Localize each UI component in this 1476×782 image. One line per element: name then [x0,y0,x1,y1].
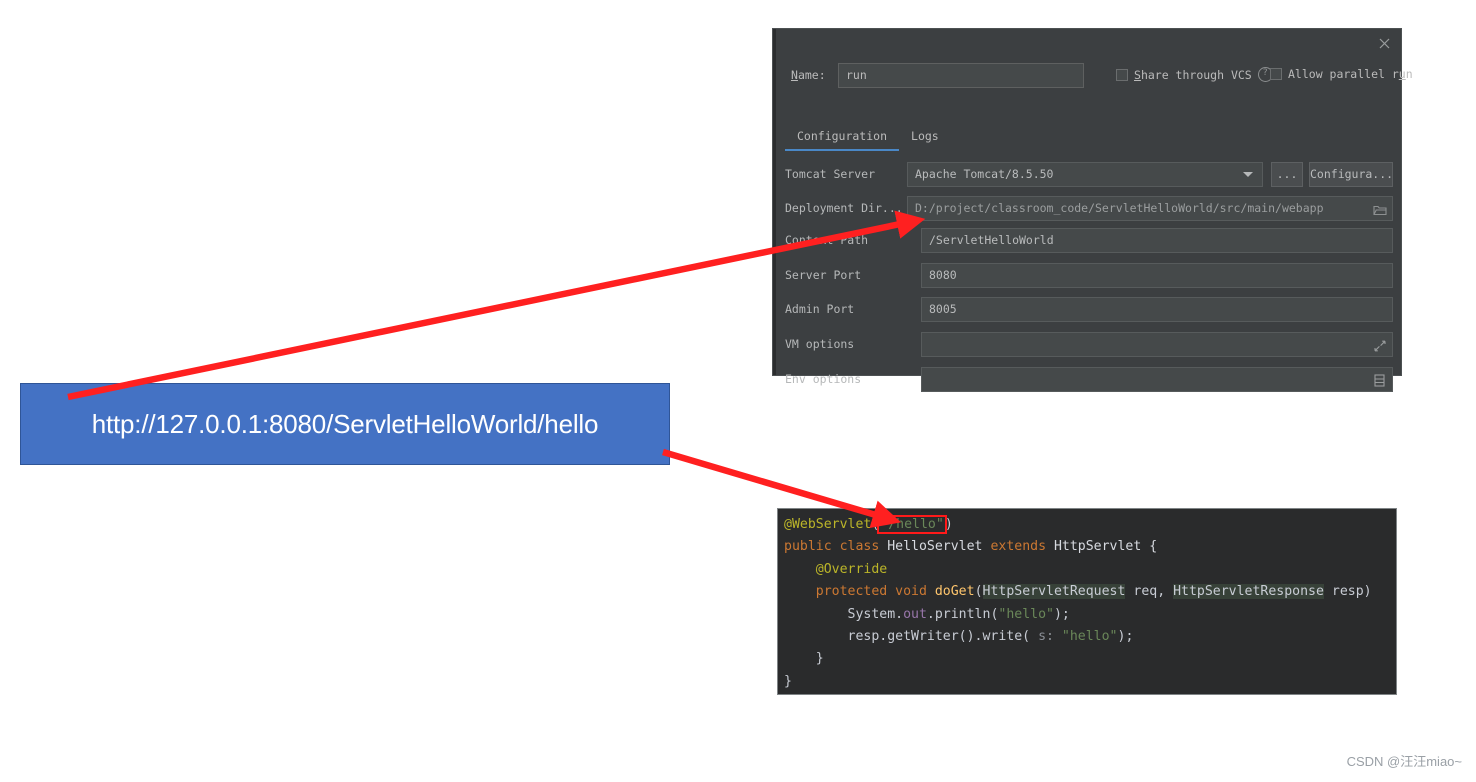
list-edit-icon[interactable] [1370,371,1389,390]
allow-parallel-run-checkbox[interactable] [1270,68,1282,80]
allow-parallel-run-checkbox-row[interactable]: Allow parallel run [1270,67,1413,81]
folder-icon[interactable] [1370,200,1389,219]
deployment-directory-input[interactable]: D:/project/classroom_code/ServletHelloWo… [907,196,1393,221]
tomcat-server-value: Apache Tomcat/8.5.50 [915,167,1054,181]
vm-options-input[interactable] [921,332,1393,357]
field-row-admin-port: Admin Port 8005 [785,297,1393,322]
field-row-tomcat-server: Tomcat Server Apache Tomcat/8.5.50 ... C… [785,162,1393,187]
hello-path-highlight: "/hello" [877,515,947,534]
code-text-area[interactable]: @WebServlet("/hello") public class HelloS… [778,509,1396,694]
name-label-rest: ame: [797,68,826,82]
code-token: HttpServlet { [1053,539,1158,555]
code-editor-panel: @WebServlet("/hello") public class HelloS… [777,508,1397,695]
field-row-vm-options: VM options [785,332,1393,357]
code-token: extends [990,539,1054,555]
code-token: .println( [926,606,999,622]
field-row-server-port: Server Port 8080 [785,263,1393,288]
line-close-class: } [784,671,1396,693]
deployment-directory-label: Deployment Dir... [785,201,903,215]
line-class-decl: public class HelloServlet extends HttpSe… [784,536,1396,558]
field-row-env-options: Env options [785,367,1393,392]
admin-port-input[interactable]: 8005 [921,297,1393,322]
tomcat-server-label: Tomcat Server [785,167,876,181]
configure-button[interactable]: Configura... [1309,162,1393,187]
context-path-input[interactable]: /ServletHelloWorld [921,228,1393,253]
code-token: ); [1117,629,1134,645]
line-println: System.out.println("hello"); [784,604,1396,626]
url-callout-box: http://127.0.0.1:8080/ServletHelloWorld/… [20,383,670,465]
deployment-directory-value: D:/project/classroom_code/ServletHelloWo… [915,201,1324,215]
context-path-label: Context Path [785,233,869,247]
line-write: resp.getWriter().write( s: "hello"); [784,626,1396,648]
run-debug-configuration-dialog: Name: run Share through VCS ? Allow para… [772,28,1413,392]
code-token: public class [784,539,888,555]
name-input[interactable]: run [838,63,1084,88]
field-row-deployment-directory: Deployment Dir... D:/project/classroom_c… [785,196,1393,221]
name-label-mnemonic: N [791,68,798,82]
tomcat-server-browse-button[interactable]: ... [1271,162,1303,187]
expand-icon[interactable] [1370,336,1389,355]
vm-options-label: VM options [785,337,855,351]
tab-logs[interactable]: Logs [899,126,951,151]
line-webservlet: @WebServlet("/hello") [784,514,1396,536]
csdn-watermark: CSDN @汪汪miao~ [1346,754,1462,769]
tab-configuration[interactable]: Configuration [785,126,900,151]
code-token: HttpServletRequest [982,584,1126,600]
line-doget: protected void doGet(HttpServletRequest … [784,581,1396,603]
share-through-vcs-checkbox[interactable] [1116,68,1128,81]
dialog-left-accent-strip [773,29,776,375]
code-token: @Override [784,561,888,577]
close-icon[interactable] [1371,31,1397,55]
dialog-tabs: Configuration Logs [785,126,951,154]
code-token: doGet [934,584,975,600]
url-callout-text: http://127.0.0.1:8080/ServletHelloWorld/… [91,408,599,439]
code-token: "hello" [998,606,1054,622]
code-token: HelloServlet [887,539,991,555]
code-token: HttpServletResponse [1173,584,1324,600]
line-close-method: } [784,648,1396,670]
code-token: req, [1125,584,1174,600]
name-row: Name: run Share through VCS ? Allow para… [783,63,1413,89]
code-token: out [903,606,927,622]
field-row-context-path: Context Path /ServletHelloWorld [785,228,1393,253]
code-token: ) [944,517,953,532]
name-label: Name: [791,68,826,82]
code-token: ( [974,584,983,600]
admin-port-label: Admin Port [785,302,855,316]
share-through-vcs-checkbox-row[interactable]: Share through VCS ? [1116,67,1273,82]
env-options-label: Env options [785,372,862,386]
code-token: resp.getWriter().write( [784,629,1031,645]
code-token: s: [1030,629,1054,645]
server-port-label: Server Port [785,268,862,282]
code-token: ); [1053,606,1070,622]
code-token: protected void [784,584,935,600]
code-token: "hello" [1061,629,1118,645]
env-options-input[interactable] [921,367,1393,392]
code-token: System. [784,606,904,622]
share-through-vcs-label: Share through VCS [1134,67,1252,82]
code-token: @WebServlet [784,517,872,532]
tomcat-server-combobox[interactable]: Apache Tomcat/8.5.50 [907,162,1263,187]
server-port-input[interactable]: 8080 [921,263,1393,288]
line-override: @Override [784,559,1396,581]
code-token: } [784,673,792,689]
code-token: } [784,651,824,667]
code-token: resp) [1323,584,1372,600]
chevron-down-icon[interactable] [1243,172,1253,177]
allow-parallel-run-label: Allow parallel run [1288,67,1413,81]
